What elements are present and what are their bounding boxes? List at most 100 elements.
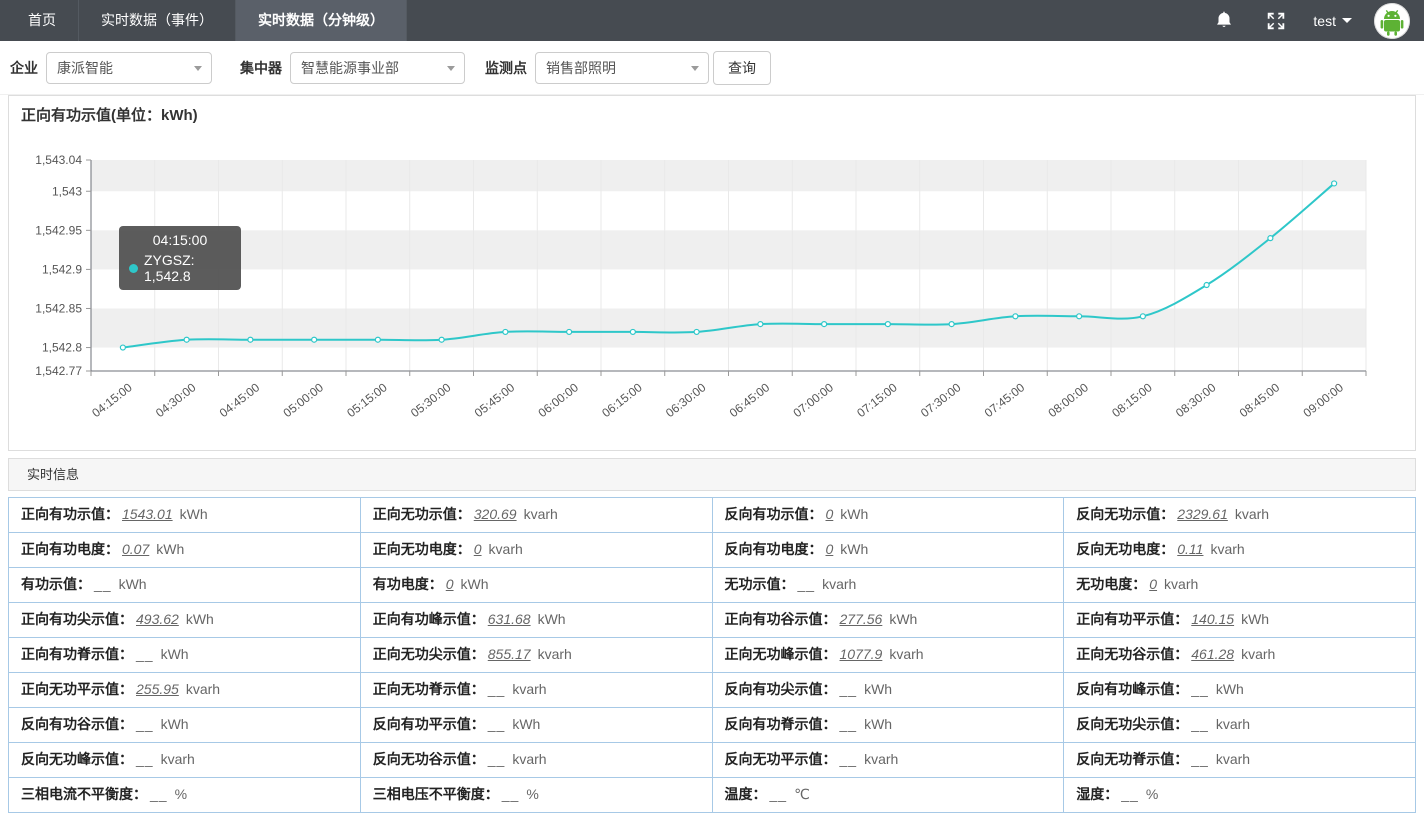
- info-cell-r4c1: 正向无功尖示值：855.17kvarh: [361, 638, 713, 673]
- info-value-link[interactable]: 1077.9: [840, 646, 883, 662]
- info-label: 正向有功谷示值：: [725, 611, 837, 627]
- info-label: 湿度：: [1076, 786, 1118, 802]
- query-button[interactable]: 查询: [713, 51, 771, 85]
- info-unit: kWh: [161, 646, 189, 662]
- line-chart[interactable]: 1,542.771,542.81,542.851,542.91,542.951,…: [9, 96, 1415, 450]
- info-unit: kWh: [840, 506, 868, 522]
- info-label: 正向有功电度：: [21, 541, 119, 557]
- info-cell-r3c0: 正向有功尖示值：493.62kWh: [9, 603, 361, 638]
- info-value-link[interactable]: 493.62: [136, 611, 179, 627]
- info-cell-r0c0: 正向有功示值：1543.01 kWh: [9, 498, 361, 533]
- info-unit: kWh: [538, 611, 566, 627]
- info-unit: kvarh: [538, 646, 572, 662]
- info-cell-r4c3: 正向无功谷示值：461.28kvarh: [1064, 638, 1416, 673]
- filter-select-1[interactable]: 智慧能源事业部: [290, 52, 465, 84]
- info-value-link[interactable]: 461.28: [1191, 646, 1234, 662]
- info-label: 正向有功平示值：: [1076, 611, 1188, 627]
- info-cell-r2c0: 有功示值：__kWh: [9, 568, 361, 603]
- svg-text:07:00:00: 07:00:00: [791, 380, 837, 420]
- info-label: 正向无功峰示值：: [725, 646, 837, 662]
- info-value-empty: __: [1191, 681, 1209, 697]
- info-value-link[interactable]: 2329.61: [1177, 506, 1228, 522]
- user-menu[interactable]: test: [1313, 13, 1352, 29]
- nav-tab-0[interactable]: 首页: [0, 0, 79, 41]
- info-cell-r1c1: 正向无功电度：0kvarh: [361, 533, 713, 568]
- info-unit: kWh: [180, 506, 208, 522]
- info-value-link[interactable]: 1543.01: [122, 506, 173, 522]
- info-cell-r0c2: 反向有功示值：0kWh: [713, 498, 1065, 533]
- info-cell-r7c2: 反向无功平示值：__kvarh: [713, 743, 1065, 778]
- info-value-link[interactable]: 140.15: [1191, 611, 1234, 627]
- info-value-empty: __: [136, 751, 154, 767]
- avatar[interactable]: [1374, 3, 1410, 39]
- info-value-link[interactable]: 0.07: [122, 541, 149, 557]
- svg-text:1,543.04: 1,543.04: [35, 153, 82, 167]
- info-unit: ℃: [794, 786, 810, 802]
- info-cell-r0c3: 反向无功示值：2329.61kvarh: [1064, 498, 1416, 533]
- info-cell-r6c0: 反向有功谷示值：__kWh: [9, 708, 361, 743]
- fullscreen-icon[interactable]: [1265, 10, 1287, 32]
- filter-select-2[interactable]: 销售部照明: [535, 52, 709, 84]
- info-value-link[interactable]: 0.11: [1177, 541, 1203, 557]
- info-unit: %: [1146, 786, 1158, 802]
- info-cell-r8c0: 三相电流不平衡度：__%: [9, 778, 361, 813]
- svg-text:06:45:00: 06:45:00: [727, 380, 773, 420]
- info-value-empty: __: [798, 576, 816, 592]
- info-value-link[interactable]: 0: [1149, 576, 1157, 592]
- info-cell-r3c1: 正向有功峰示值：631.68kWh: [361, 603, 713, 638]
- info-cell-r8c2: 温度：__ ℃: [713, 778, 1065, 813]
- info-cell-r2c2: 无功示值：__kvarh: [713, 568, 1065, 603]
- info-cell-r8c1: 三相电压不平衡度：__%: [361, 778, 713, 813]
- info-value-link[interactable]: 277.56: [840, 611, 883, 627]
- info-value-link[interactable]: 631.68: [488, 611, 531, 627]
- info-panel-header: 实时信息: [8, 458, 1416, 491]
- svg-text:08:15:00: 08:15:00: [1109, 380, 1155, 420]
- info-unit: kWh: [461, 576, 489, 592]
- filter-bar: 企业康派智能集中器智慧能源事业部监测点销售部照明 查询: [0, 41, 1424, 95]
- info-label: 正向无功示值：: [373, 506, 471, 522]
- svg-text:1,543: 1,543: [52, 184, 82, 198]
- svg-text:06:30:00: 06:30:00: [663, 380, 709, 420]
- svg-text:05:45:00: 05:45:00: [472, 380, 518, 420]
- info-value-link[interactable]: 320.69: [474, 506, 517, 522]
- chart-panel: 正向有功示值(单位：kWh) 1,542.771,542.81,542.851,…: [8, 95, 1416, 451]
- info-cell-r5c3: 反向有功峰示值：__ kWh: [1064, 673, 1416, 708]
- info-label: 反向有功尖示值：: [725, 681, 837, 697]
- filter-label-0: 企业: [10, 58, 38, 78]
- info-value-link[interactable]: 255.95: [136, 681, 179, 697]
- info-value-link[interactable]: 855.17: [488, 646, 531, 662]
- info-unit: kWh: [1241, 611, 1269, 627]
- info-label: 正向有功示值：: [21, 506, 119, 522]
- filter-label-2: 监测点: [485, 58, 527, 78]
- info-value-link[interactable]: 0: [826, 506, 834, 522]
- info-label: 反向无功脊示值：: [1076, 751, 1188, 767]
- svg-text:1,542.95: 1,542.95: [35, 223, 82, 237]
- info-value-empty: __: [136, 716, 154, 732]
- info-label: 反向无功尖示值：: [1076, 716, 1188, 732]
- info-unit: kWh: [156, 541, 184, 557]
- info-value-link[interactable]: 0: [446, 576, 454, 592]
- info-value-link[interactable]: 0: [474, 541, 482, 557]
- info-value-empty: __: [770, 786, 788, 802]
- info-cell-r3c3: 正向有功平示值：140.15 kWh: [1064, 603, 1416, 638]
- info-value-link[interactable]: 0: [826, 541, 834, 557]
- info-value-empty: __: [502, 786, 520, 802]
- info-value-empty: __: [488, 681, 506, 697]
- info-table: 正向有功示值：1543.01kWh正向无功示值：320.69kvarh反向有功示…: [8, 497, 1416, 813]
- info-unit: kWh: [512, 716, 540, 732]
- filter-fields: 企业康派智能集中器智慧能源事业部监测点销售部照明: [0, 52, 713, 84]
- nav-tab-1[interactable]: 实时数据（事件）: [79, 0, 236, 41]
- info-cell-r5c2: 反向有功尖示值：__kWh: [713, 673, 1065, 708]
- info-label: 正向无功脊示值：: [373, 681, 485, 697]
- filter-select-0[interactable]: 康派智能: [46, 52, 212, 84]
- info-label: 温度：: [725, 786, 767, 802]
- svg-text:1,542.85: 1,542.85: [35, 301, 82, 315]
- info-value-empty: __: [840, 716, 858, 732]
- android-icon: [1374, 3, 1410, 39]
- bell-icon[interactable]: [1213, 10, 1235, 32]
- info-unit: kWh: [1216, 681, 1244, 697]
- info-label: 反向有功峰示值：: [1076, 681, 1188, 697]
- svg-text:07:45:00: 07:45:00: [982, 380, 1028, 420]
- info-unit: kvarh: [161, 751, 195, 767]
- nav-tab-2[interactable]: 实时数据（分钟级）: [236, 0, 407, 41]
